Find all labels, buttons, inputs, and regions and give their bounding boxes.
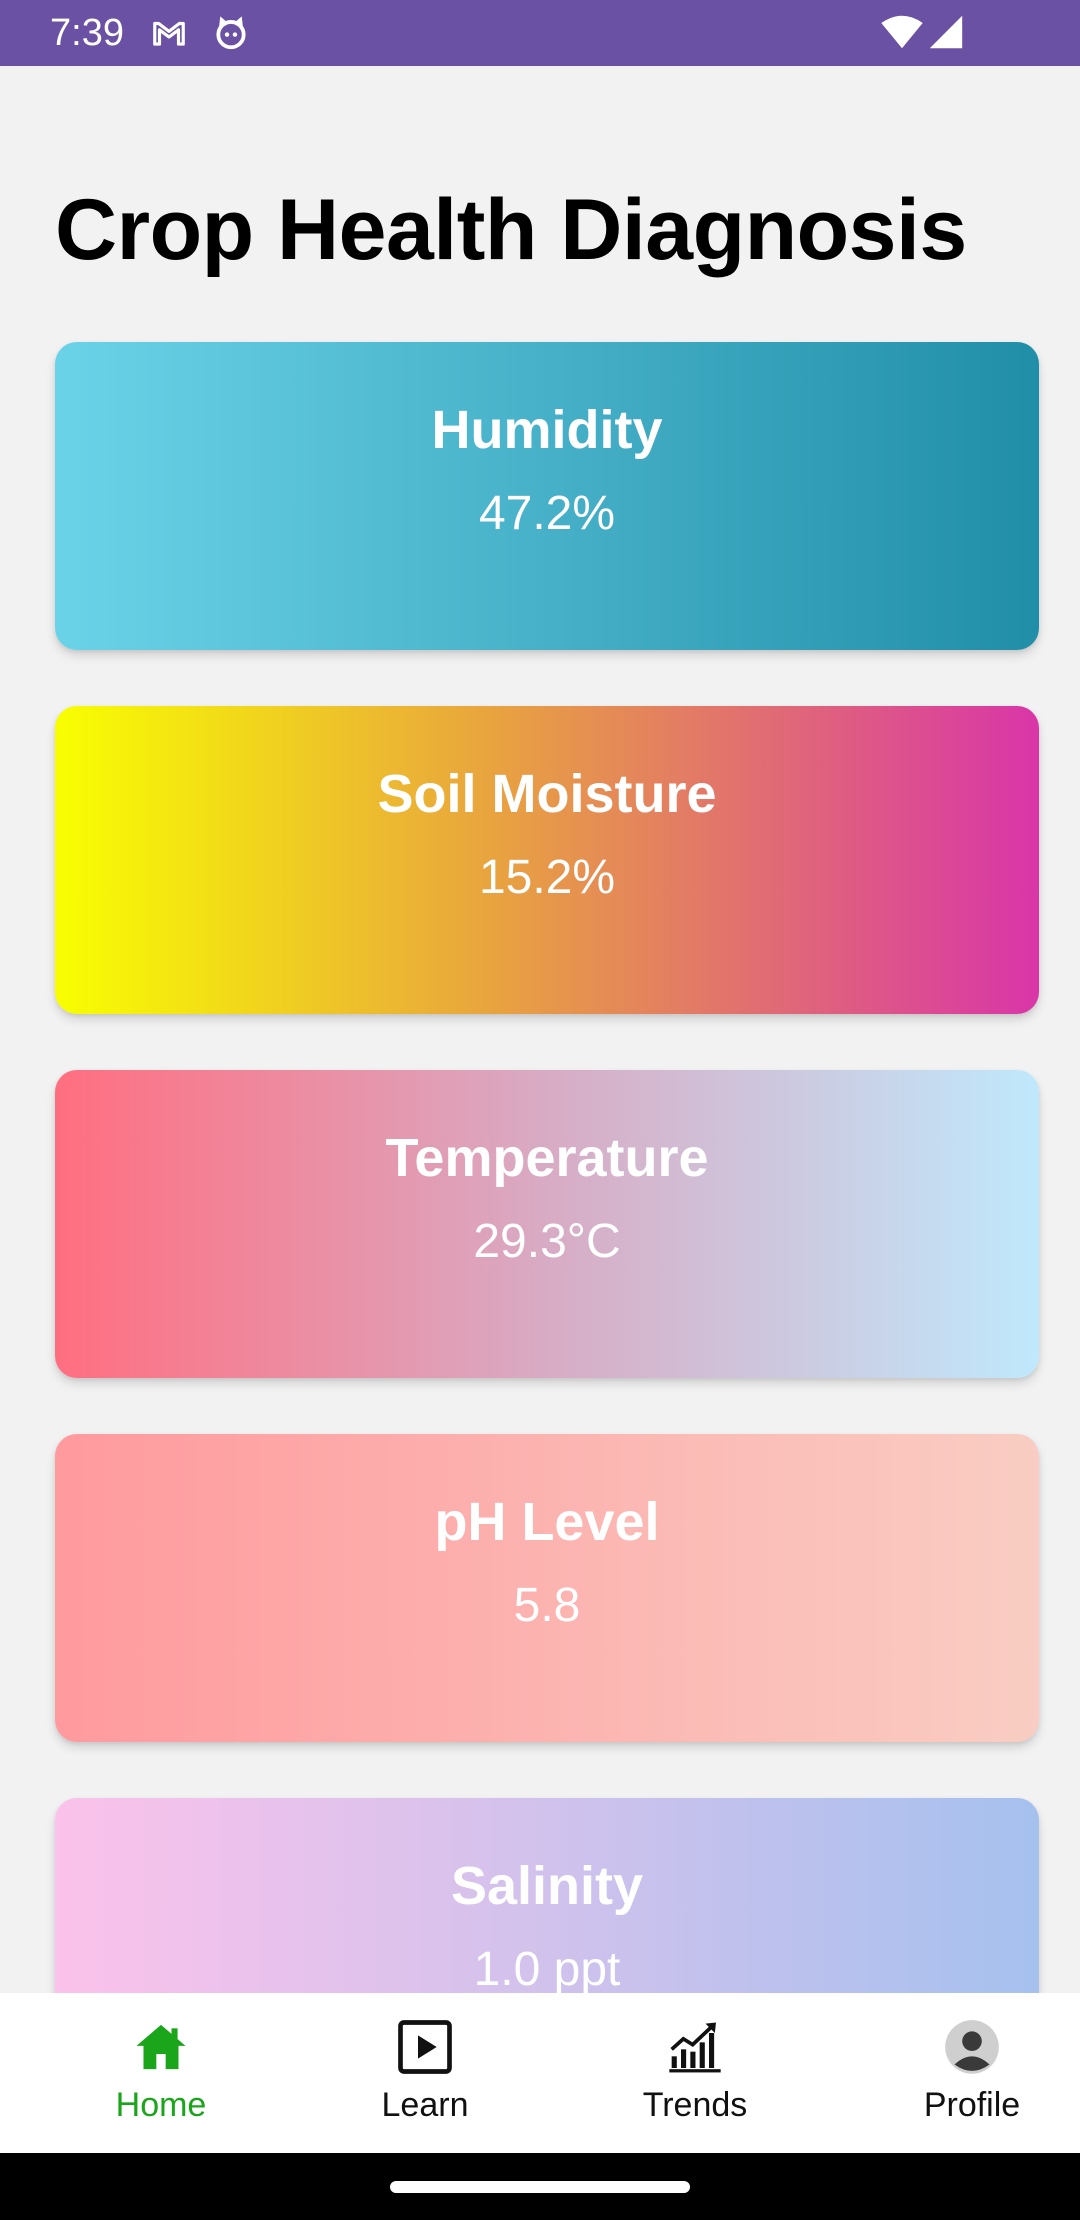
nav-label: Home	[115, 2086, 207, 2124]
gmail-icon	[153, 21, 185, 46]
nav-learn[interactable]: Learn	[325, 1993, 525, 2153]
card-value: 1.0 ppt	[473, 1943, 621, 1996]
trend-chart-icon	[669, 2022, 721, 2073]
system-gesture-bar	[0, 2153, 1080, 2220]
nav-label: Learn	[381, 2086, 469, 2124]
card-value: 5.8	[513, 1579, 581, 1632]
home-icon	[136, 2024, 186, 2070]
play-icon	[398, 2020, 452, 2074]
card-title: pH Level	[434, 1492, 660, 1552]
status-time: 7:39	[50, 12, 124, 54]
humidity-card[interactable]: Humidity 47.2%	[55, 342, 1039, 650]
nav-profile[interactable]: Profile	[872, 1993, 1072, 2153]
page-title: Crop Health Diagnosis	[55, 182, 967, 278]
home-gesture-handle[interactable]	[390, 2181, 690, 2193]
nav-label: Profile	[923, 2086, 1021, 2124]
signal-icon	[929, 15, 963, 49]
card-title: Humidity	[431, 400, 663, 460]
card-value: 47.2%	[478, 487, 616, 540]
card-title: Temperature	[385, 1128, 709, 1188]
nav-label: Trends	[642, 2086, 748, 2124]
ph-level-card[interactable]: pH Level 5.8	[55, 1434, 1039, 1742]
card-title: Salinity	[450, 1856, 644, 1916]
bottom-navigation: Home Learn Trends Profile	[0, 1993, 1080, 2153]
profile-icon	[945, 2020, 999, 2074]
temperature-card[interactable]: Temperature 29.3°C	[55, 1070, 1039, 1378]
android-cat-icon	[216, 16, 246, 50]
soil-moisture-card[interactable]: Soil Moisture 15.2%	[55, 706, 1039, 1014]
nav-home[interactable]: Home	[61, 1993, 261, 2153]
wifi-icon	[881, 15, 923, 49]
status-bar: 7:39	[0, 0, 1080, 66]
card-value: 29.3°C	[473, 1215, 621, 1268]
nav-trends[interactable]: Trends	[595, 1993, 795, 2153]
card-value: 15.2%	[478, 851, 616, 904]
card-title: Soil Moisture	[377, 764, 717, 824]
